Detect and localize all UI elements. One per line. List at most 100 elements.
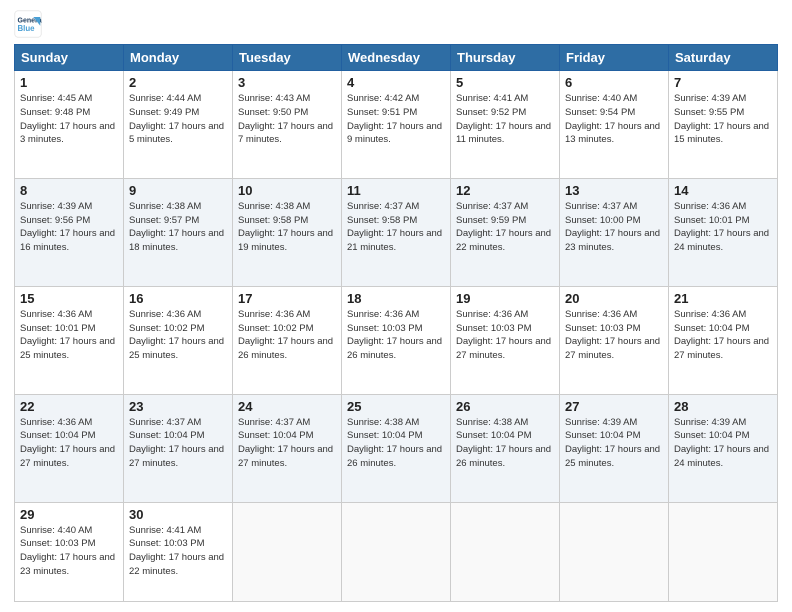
day-info: Sunrise: 4:43 AMSunset: 9:50 PMDaylight:… xyxy=(238,92,336,147)
daylight-label: Daylight: 17 hours and 27 minutes. xyxy=(674,336,769,361)
day-number: 10 xyxy=(238,183,336,198)
sunset-label: Sunset: 10:01 PM xyxy=(20,323,96,334)
day-info: Sunrise: 4:37 AM Sunset: 10:00 PM Daylight… xyxy=(565,200,663,255)
sunrise-label: Sunrise: 4:36 AM xyxy=(238,309,310,320)
daylight-label: Daylight: 17 hours and 27 minutes. xyxy=(565,336,660,361)
daylight-label: Daylight: 17 hours and 22 minutes. xyxy=(456,228,551,253)
sunrise-label: Sunrise: 4:38 AM xyxy=(129,201,201,212)
calendar-cell: 4 Sunrise: 4:42 AMSunset: 9:51 PMDaylight… xyxy=(342,71,451,179)
daylight-label: Daylight: 17 hours and 22 minutes. xyxy=(129,552,224,577)
sunset-label: Sunset: 10:04 PM xyxy=(674,430,750,441)
col-monday: Monday xyxy=(124,45,233,71)
sunset-label: Sunset: 10:03 PM xyxy=(129,538,205,549)
sunset-label: Sunset: 10:03 PM xyxy=(565,323,641,334)
header: General Blue xyxy=(14,10,778,38)
daylight-label: Daylight: 17 hours and 25 minutes. xyxy=(129,336,224,361)
sunset-label: Sunset: 9:48 PM xyxy=(20,107,90,118)
daylight-label: Daylight: 17 hours and 26 minutes. xyxy=(456,444,551,469)
day-number: 26 xyxy=(456,399,554,414)
calendar-cell: 10Sunrise: 4:38 AMSunset: 9:58 PMDayligh… xyxy=(233,178,342,286)
sunset-label: Sunset: 9:54 PM xyxy=(565,107,635,118)
daylight-label: Daylight: 17 hours and 25 minutes. xyxy=(20,336,115,361)
day-info: Sunrise: 4:37 AM Sunset: 9:59 PM Daylight:… xyxy=(456,200,554,255)
day-info: Sunrise: 4:36 AMSunset: 10:03 PMDaylight… xyxy=(565,308,663,363)
calendar-cell: 7Sunrise: 4:39 AMSunset: 9:55 PMDaylight… xyxy=(669,71,778,179)
sunset-label: Sunset: 9:51 PM xyxy=(347,107,417,118)
sunrise-label: Sunrise: 4:37 AM xyxy=(347,201,419,212)
daylight-label: Daylight: 17 hours and 13 minutes. xyxy=(565,121,660,146)
sunset-label: Sunset: 10:04 PM xyxy=(456,430,532,441)
day-info: Sunrise: 4:36 AM Sunset: 10:01 PM Daylight… xyxy=(20,308,118,363)
sunrise-label: Sunrise: 4:36 AM xyxy=(129,309,201,320)
sunrise-label: Sunrise: 4:37 AM xyxy=(238,417,310,428)
daylight-label: Daylight: 17 hours and 25 minutes. xyxy=(565,444,660,469)
day-number: 8 xyxy=(20,183,118,198)
calendar-cell: 30Sunrise: 4:41 AMSunset: 10:03 PMDaylig… xyxy=(124,502,233,601)
sunset-label: Sunset: 10:03 PM xyxy=(456,323,532,334)
sunrise-label: Sunrise: 4:37 AM xyxy=(565,201,637,212)
sunrise-label: Sunrise: 4:45 AM xyxy=(20,93,92,104)
sunset-label: Sunset: 9:59 PM xyxy=(456,215,526,226)
calendar-cell: 18Sunrise: 4:36 AMSunset: 10:03 PMDaylig… xyxy=(342,286,451,394)
day-info: Sunrise: 4:42 AMSunset: 9:51 PMDaylight:… xyxy=(347,92,445,147)
day-number: 12 xyxy=(456,183,554,198)
calendar-cell: 22Sunrise: 4:36 AMSunset: 10:04 PMDaylig… xyxy=(15,394,124,502)
sunrise-label: Sunrise: 4:36 AM xyxy=(20,309,92,320)
calendar-header-row: Sunday Monday Tuesday Wednesday Thursday… xyxy=(15,45,778,71)
day-number: 18 xyxy=(347,291,445,306)
calendar-cell: 29Sunrise: 4:40 AMSunset: 10:03 PMDaylig… xyxy=(15,502,124,601)
calendar-cell xyxy=(451,502,560,601)
calendar-cell: 17Sunrise: 4:36 AMSunset: 10:02 PMDaylig… xyxy=(233,286,342,394)
calendar-cell: 3Sunrise: 4:43 AMSunset: 9:50 PMDaylight… xyxy=(233,71,342,179)
calendar-cell: 26 Sunrise: 4:38 AMSunset: 10:04 PMDaylig… xyxy=(451,394,560,502)
day-info: Sunrise: 4:36 AM Sunset: 10:02 PM Daylight… xyxy=(129,308,227,363)
sunrise-label: Sunrise: 4:39 AM xyxy=(565,417,637,428)
col-tuesday: Tuesday xyxy=(233,45,342,71)
sunset-label: Sunset: 9:58 PM xyxy=(238,215,308,226)
col-friday: Friday xyxy=(560,45,669,71)
calendar-cell: 5Sunrise: 4:41 AMSunset: 9:52 PMDaylight… xyxy=(451,71,560,179)
sunset-label: Sunset: 9:55 PM xyxy=(674,107,744,118)
sunset-label: Sunset: 9:58 PM xyxy=(347,215,417,226)
sunrise-label: Sunrise: 4:36 AM xyxy=(347,309,419,320)
daylight-label: Daylight: 17 hours and 23 minutes. xyxy=(565,228,660,253)
day-info: Sunrise: 4:44 AMSunset: 9:49 PMDaylight:… xyxy=(129,92,227,147)
sunrise-label: Sunrise: 4:36 AM xyxy=(674,201,746,212)
sunrise-label: Sunrise: 4:37 AM xyxy=(456,201,528,212)
sunset-label: Sunset: 10:04 PM xyxy=(129,430,205,441)
sunset-label: Sunset: 10:04 PM xyxy=(238,430,314,441)
sunset-label: Sunset: 9:52 PM xyxy=(456,107,526,118)
day-number: 27 xyxy=(565,399,663,414)
day-number: 15 xyxy=(20,291,118,306)
day-number: 5 xyxy=(456,75,554,90)
day-info: Sunrise: 4:38 AMSunset: 10:04 PMDaylight… xyxy=(456,416,554,471)
day-number: 25 xyxy=(347,399,445,414)
sunrise-label: Sunrise: 4:43 AM xyxy=(238,93,310,104)
day-number: 1 xyxy=(20,75,118,90)
day-number: 11 xyxy=(347,183,445,198)
sunset-label: Sunset: 10:01 PM xyxy=(674,215,750,226)
calendar-cell: 23Sunrise: 4:37 AMSunset: 10:04 PMDaylig… xyxy=(124,394,233,502)
sunset-label: Sunset: 10:02 PM xyxy=(129,323,205,334)
col-wednesday: Wednesday xyxy=(342,45,451,71)
day-number: 7 xyxy=(674,75,772,90)
col-saturday: Saturday xyxy=(669,45,778,71)
day-info: Sunrise: 4:36 AMSunset: 10:03 PMDaylight… xyxy=(347,308,445,363)
daylight-label: Daylight: 17 hours and 27 minutes. xyxy=(238,444,333,469)
calendar-cell: 6Sunrise: 4:40 AMSunset: 9:54 PMDaylight… xyxy=(560,71,669,179)
sunset-label: Sunset: 10:00 PM xyxy=(565,215,641,226)
sunset-label: Sunset: 10:03 PM xyxy=(347,323,423,334)
day-info: Sunrise: 4:40 AMSunset: 9:54 PMDaylight:… xyxy=(565,92,663,147)
sunset-label: Sunset: 10:04 PM xyxy=(674,323,750,334)
calendar-cell: 21Sunrise: 4:36 AMSunset: 10:04 PMDaylig… xyxy=(669,286,778,394)
daylight-label: Daylight: 17 hours and 26 minutes. xyxy=(347,444,442,469)
calendar-cell: 14Sunrise: 4:36 AMSunset: 10:01 PMDaylig… xyxy=(669,178,778,286)
day-info: Sunrise: 4:36 AMSunset: 10:04 PMDaylight… xyxy=(20,416,118,471)
daylight-label: Daylight: 17 hours and 24 minutes. xyxy=(674,228,769,253)
sunset-label: Sunset: 10:04 PM xyxy=(20,430,96,441)
day-number: 4 xyxy=(347,75,445,90)
daylight-label: Daylight: 17 hours and 3 minutes. xyxy=(20,121,115,146)
sunrise-label: Sunrise: 4:41 AM xyxy=(129,525,201,536)
day-number: 24 xyxy=(238,399,336,414)
day-info: Sunrise: 4:39 AMSunset: 10:04 PMDaylight… xyxy=(674,416,772,471)
